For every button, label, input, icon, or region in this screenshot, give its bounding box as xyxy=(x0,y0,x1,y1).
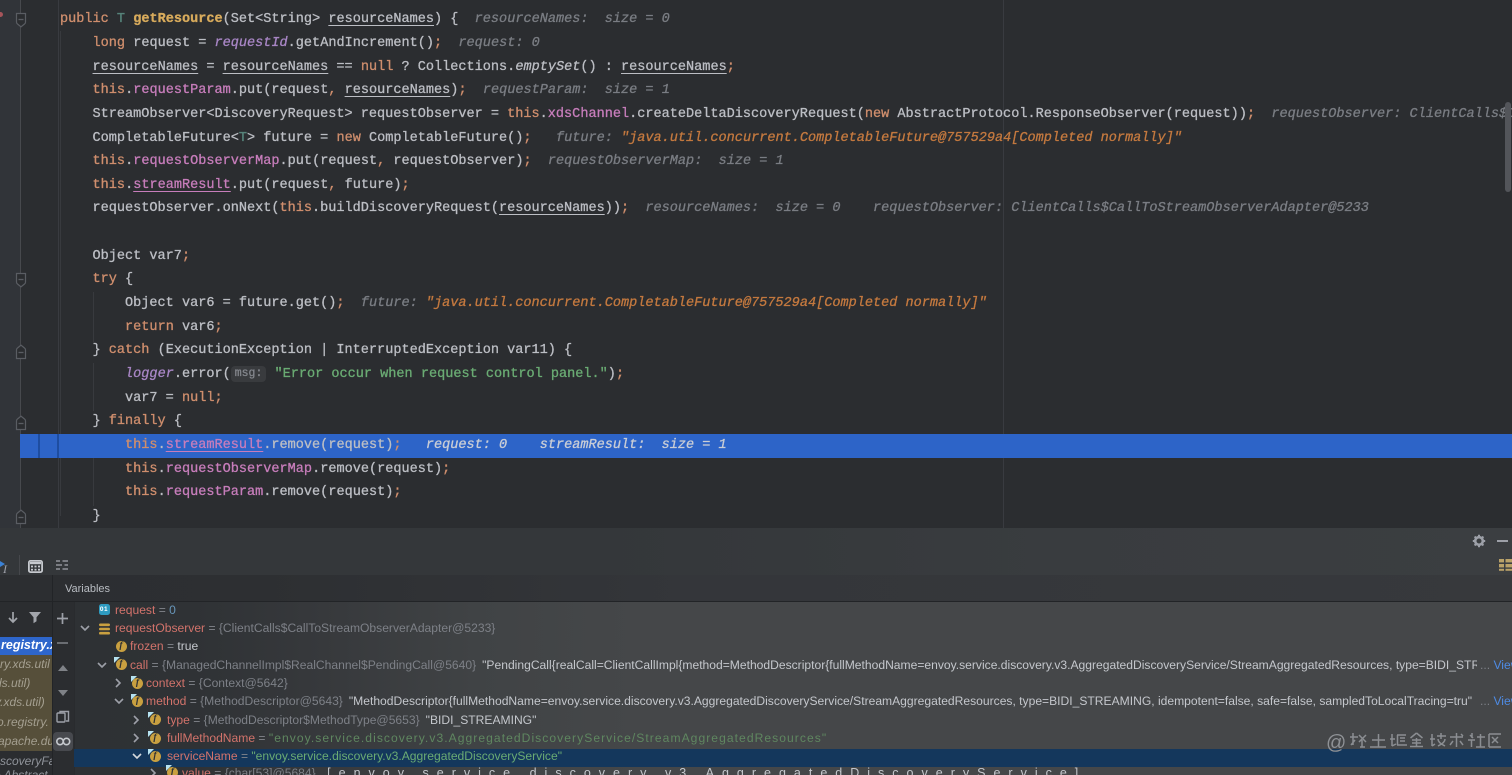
svg-text:@: @ xyxy=(1326,732,1346,754)
svg-text:I: I xyxy=(2,562,8,574)
